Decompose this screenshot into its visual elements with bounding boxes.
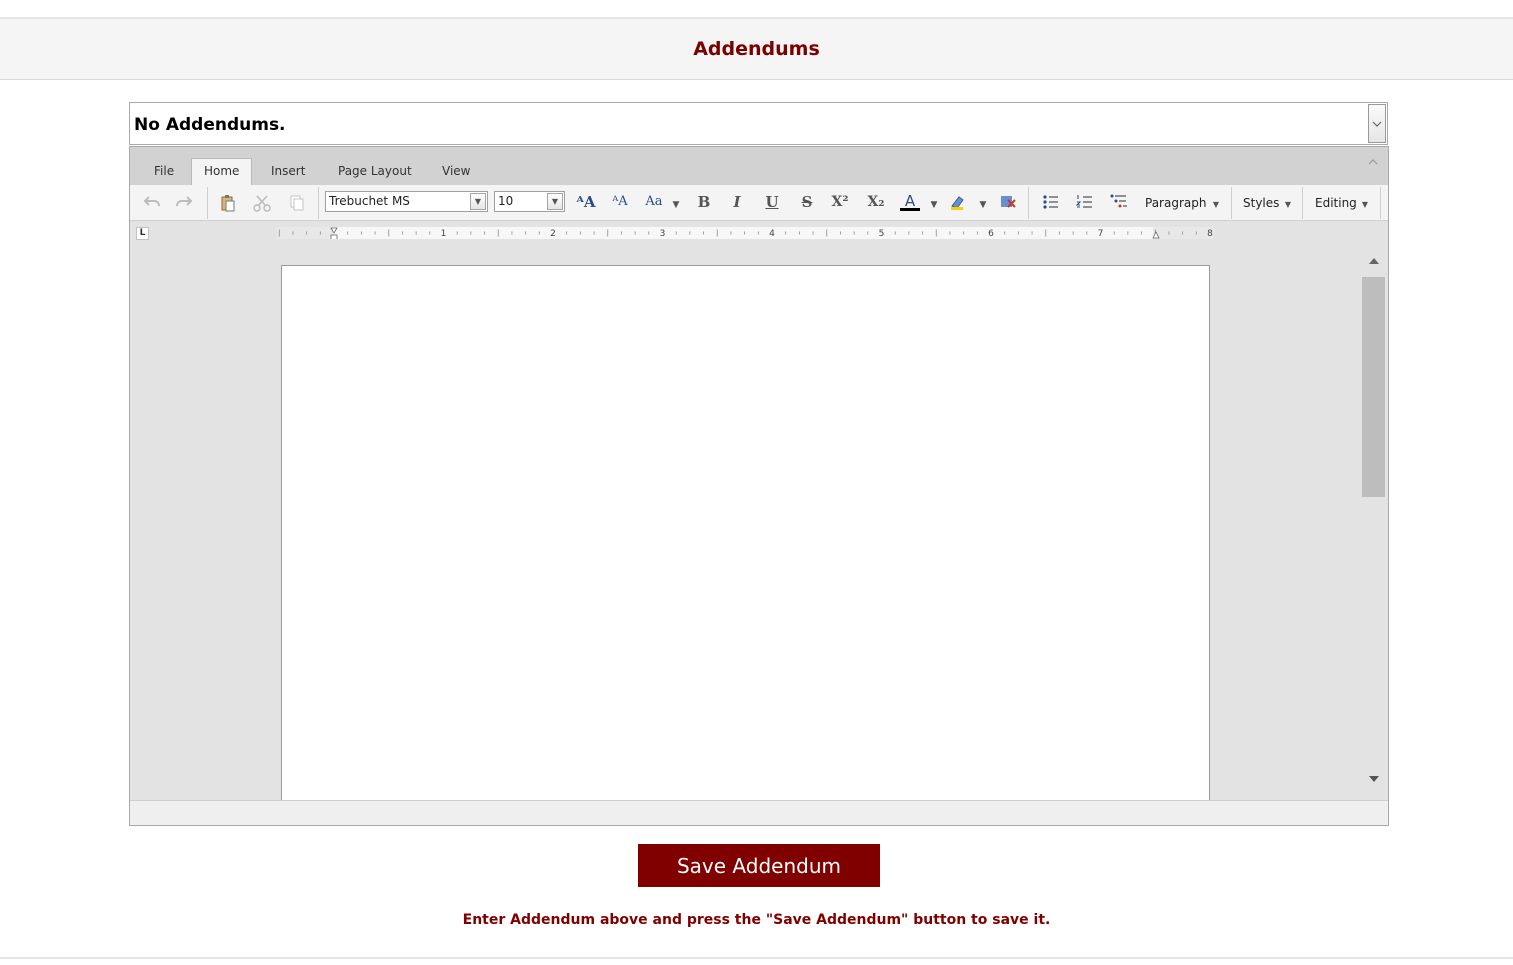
scroll-up-icon[interactable] [1368, 257, 1380, 268]
caret-down-icon[interactable]: ▼ [1206, 197, 1226, 213]
editor-status-bar [130, 800, 1388, 825]
underline-button[interactable]: U [762, 194, 782, 210]
subscript-button[interactable]: X₂ [866, 194, 886, 210]
cut-icon[interactable] [252, 194, 272, 215]
ruler-area: L 1 2 3 4 5 6 7 8 [130, 221, 1388, 247]
caret-down-icon[interactable]: ▼ [924, 197, 944, 213]
ribbon-tabs: File Home Insert Page Layout View [130, 147, 1388, 186]
ruler-number: 6 [988, 229, 994, 239]
ruler-number: 4 [769, 229, 775, 239]
ruler-number: 3 [660, 229, 666, 239]
editing-menu-button[interactable]: Editing [1315, 196, 1357, 210]
shrink-font-icon[interactable]: ᴬA [610, 194, 630, 210]
font-color-button[interactable]: A [900, 194, 920, 211]
page-title: Addendums [693, 38, 820, 60]
clear-formatting-icon[interactable] [998, 194, 1018, 213]
vertical-scrollbar[interactable] [1360, 247, 1388, 800]
tab-stop-button[interactable]: L [136, 227, 149, 240]
addendum-select-value: No Addendums. [134, 115, 286, 135]
font-name-select[interactable]: Trebuchet MS ▼ [325, 191, 488, 212]
chevron-down-icon[interactable]: ▼ [547, 193, 563, 210]
ribbon-toolbar: Trebuchet MS ▼ 10 ▼ ᴬA ᴬA Aa ▼ B I U S X… [130, 185, 1388, 221]
ruler-number: 2 [550, 229, 556, 239]
bold-button[interactable]: B [694, 194, 714, 210]
caret-down-icon[interactable]: ▼ [1355, 197, 1375, 213]
undo-icon[interactable] [142, 194, 162, 211]
collapse-ribbon-icon[interactable] [1368, 154, 1378, 168]
chevron-down-icon[interactable]: ▼ [470, 193, 486, 210]
bottom-divider [0, 957, 1513, 959]
rich-text-editor: File Home Insert Page Layout View Trebuc… [129, 146, 1389, 826]
copy-icon[interactable] [287, 194, 307, 215]
numbered-list-icon[interactable] [1075, 194, 1095, 213]
addendum-select[interactable]: No Addendums. [129, 102, 1388, 145]
horizontal-ruler[interactable]: 1 2 3 4 5 6 7 8 [277, 227, 1214, 239]
highlight-icon[interactable] [949, 194, 969, 213]
ruler-number: 5 [879, 229, 885, 239]
document-page[interactable] [281, 265, 1210, 800]
change-case-icon[interactable]: Aa [644, 194, 664, 210]
tab-file[interactable]: File [154, 159, 174, 183]
redo-icon[interactable] [174, 194, 194, 211]
italic-button[interactable]: I [727, 194, 747, 210]
multilevel-list-icon[interactable] [1109, 194, 1129, 213]
scroll-down-icon[interactable] [1368, 775, 1380, 786]
tab-page-layout[interactable]: Page Layout [338, 159, 412, 183]
caret-down-icon[interactable]: ▼ [973, 197, 993, 213]
caret-down-icon[interactable]: ▼ [1278, 197, 1298, 213]
superscript-button[interactable]: X² [830, 194, 850, 210]
paste-icon[interactable] [218, 194, 238, 215]
bullet-list-icon[interactable] [1041, 194, 1061, 213]
caret-down-icon[interactable]: ▼ [666, 197, 686, 213]
styles-menu-button[interactable]: Styles [1243, 196, 1279, 210]
chevron-down-icon[interactable] [1368, 104, 1386, 143]
tab-view[interactable]: View [442, 159, 470, 183]
ruler-number: 1 [441, 229, 447, 239]
document-area [130, 247, 1360, 800]
font-size-select[interactable]: 10 ▼ [494, 191, 565, 212]
grow-font-icon[interactable]: ᴬA [576, 194, 596, 210]
paragraph-menu-button[interactable]: Paragraph [1145, 196, 1206, 210]
tab-home[interactable]: Home [191, 158, 253, 186]
save-addendum-button[interactable]: Save Addendum [638, 844, 880, 887]
scrollbar-thumb[interactable] [1362, 277, 1385, 497]
font-name-value: Trebuchet MS [329, 194, 410, 208]
help-text: Enter Addendum above and press the "Save… [462, 912, 1051, 928]
ruler-number: 7 [1098, 229, 1104, 239]
font-size-value: 10 [498, 194, 514, 208]
tab-insert[interactable]: Insert [271, 159, 305, 183]
ruler-number: 8 [1207, 229, 1213, 239]
strikethrough-button[interactable]: S [797, 194, 817, 210]
